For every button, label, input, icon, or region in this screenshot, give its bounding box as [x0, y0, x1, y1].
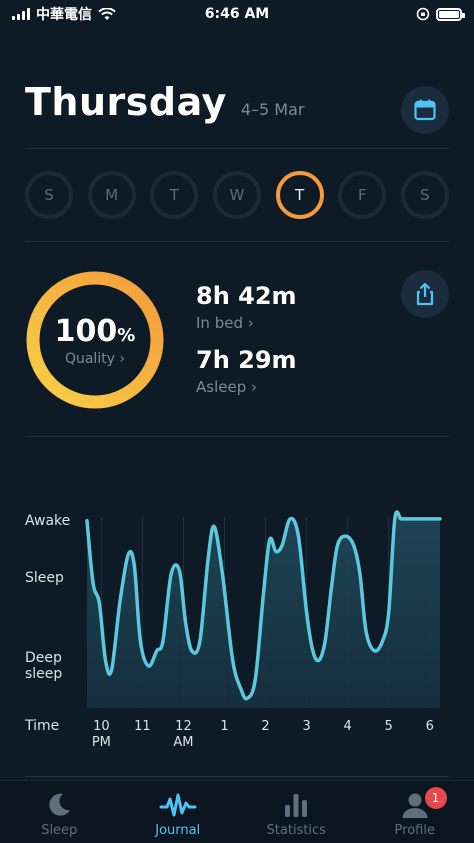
date-range: 4–5 Mar [240, 100, 305, 119]
x-ticks: 10PM11 12AM1 2 3 4 5 6 [92, 719, 434, 750]
y-label-deep-sleep-2: sleep [25, 666, 62, 682]
day-friday[interactable]: F [338, 171, 387, 219]
day-thursday[interactable]: T [275, 171, 324, 219]
day-monday[interactable]: M [87, 171, 136, 219]
x-tick-label-8: 6 [426, 719, 434, 734]
divider-bottom [25, 776, 449, 777]
x-tick-label-5: 3 [302, 719, 310, 734]
x-tick-label-4: 2 [261, 719, 269, 734]
orientation-lock-icon [416, 7, 430, 21]
tab-journal[interactable]: Journal [119, 781, 238, 843]
quality-label: Quality › [64, 350, 126, 367]
day-tuesday[interactable]: T [150, 171, 199, 219]
in-bed-stat[interactable]: 8h 42m In bed › [196, 282, 297, 332]
x-tick-label-6: 4 [344, 719, 352, 734]
sleep-chart: Awake Sleep Deep sleep Time 10PM11 12AM1 2… [24, 510, 442, 750]
moon-icon [49, 793, 71, 816]
asleep-stat[interactable]: 7h 29m Asleep › [196, 346, 297, 396]
quality-value: 100% [55, 314, 136, 349]
tab-statistics[interactable]: Statistics [237, 781, 356, 843]
page-header: Thursday 4–5 Mar [25, 80, 304, 124]
carrier-name: 中華電信 [36, 7, 92, 23]
bar-chart-icon [285, 794, 308, 817]
y-label-deep-sleep-1: Deep [25, 650, 62, 666]
tab-profile-label: Profile [394, 823, 435, 838]
notification-badge: 1 [424, 787, 447, 809]
x-axis-label: Time [24, 718, 59, 734]
status-bar: 中華電信 6:46 AM [0, 0, 474, 28]
x-tick-label-0-1: PM [92, 735, 111, 750]
status-left: 中華電信 [12, 4, 116, 24]
wifi-icon [98, 7, 116, 20]
x-tick-label-7: 5 [385, 719, 393, 734]
divider-summary [25, 436, 449, 437]
page-title: Thursday [25, 80, 227, 124]
signal-strength-icon [12, 8, 30, 20]
calendar-button[interactable] [401, 86, 449, 134]
calendar-icon [414, 99, 436, 121]
x-tick-label-1: 11 [134, 719, 151, 734]
in-bed-value: 8h 42m [196, 282, 297, 310]
day-sunday[interactable]: S [25, 171, 73, 219]
quality-number: 100 [54, 313, 118, 349]
waveform-icon [159, 793, 197, 817]
status-right [416, 7, 465, 21]
tab-sleep-label: Sleep [41, 823, 78, 838]
day-wednesday[interactable]: W [212, 171, 261, 219]
week-selector: S M T W T F S [25, 171, 449, 219]
asleep-label: Asleep › [196, 378, 257, 396]
share-icon [416, 282, 434, 306]
x-tick-label-2-1: AM [173, 735, 193, 750]
x-tick-label-2-0: 12 [175, 719, 192, 734]
asleep-value: 7h 29m [196, 346, 297, 374]
y-label-awake: Awake [25, 513, 70, 529]
x-tick-label-3: 1 [220, 719, 228, 734]
share-button[interactable] [401, 270, 449, 318]
quality-summary[interactable]: 100% Quality › [25, 270, 165, 410]
day-saturday[interactable]: S [400, 171, 449, 219]
in-bed-label: In bed › [196, 314, 254, 332]
y-label-sleep: Sleep [25, 570, 64, 586]
tab-statistics-label: Statistics [266, 823, 326, 838]
tab-journal-label: Journal [155, 823, 201, 838]
quality-unit: % [117, 324, 136, 346]
tab-sleep[interactable]: Sleep [0, 781, 119, 843]
x-tick-label-0-0: 10 [93, 719, 110, 734]
tab-profile[interactable]: Profile 1 [356, 781, 474, 843]
divider-top [25, 148, 449, 149]
divider-week [25, 241, 449, 242]
tab-bar: Sleep Journal Statistics Profile 1 [0, 780, 474, 843]
battery-icon [436, 7, 465, 21]
